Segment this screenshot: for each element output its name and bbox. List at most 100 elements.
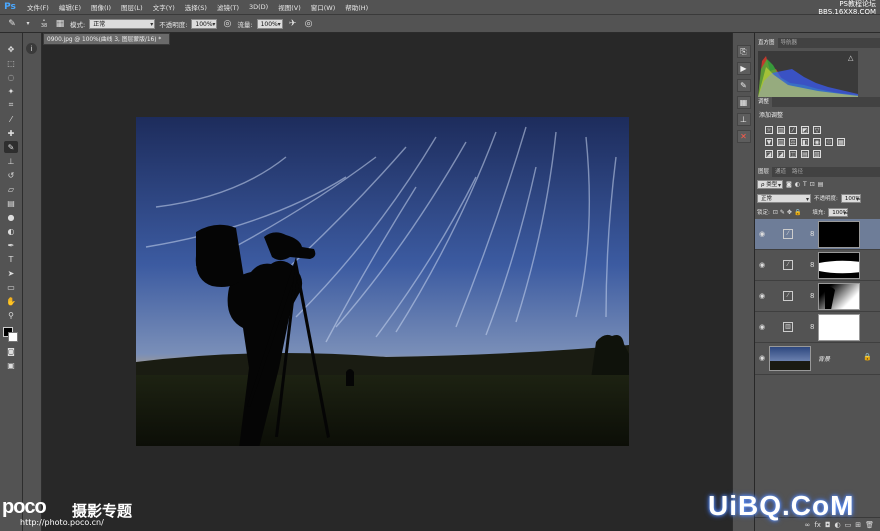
menu-select[interactable]: 选择(S) <box>180 2 212 12</box>
menu-3d[interactable]: 3D(D) <box>244 3 273 11</box>
layer-mask-thumbnail[interactable] <box>818 252 860 279</box>
curves-icon[interactable]: ⁄ <box>789 126 797 134</box>
dodge-tool-icon[interactable]: ◐ <box>4 225 18 237</box>
link-chain-icon[interactable]: 8 <box>810 323 814 331</box>
link-chain-icon[interactable]: 8 <box>810 292 814 300</box>
tab-paths[interactable]: 路径 <box>789 167 806 177</box>
blur-tool-icon[interactable]: ● <box>4 211 18 223</box>
photo-filter-icon[interactable]: ◉ <box>813 138 821 146</box>
type-tool-icon[interactable]: T <box>4 253 18 265</box>
gradient-icon[interactable]: ▧ <box>813 150 821 158</box>
tool-preset-arrow-icon[interactable]: ▾ <box>22 18 34 30</box>
history-brush-tool-icon[interactable]: ↺ <box>4 169 18 181</box>
layer-mask-thumbnail[interactable] <box>818 221 860 248</box>
background-color[interactable] <box>8 332 18 342</box>
tab-channels[interactable]: 通道 <box>772 167 789 177</box>
pressure-opacity-icon[interactable]: ◎ <box>221 18 233 30</box>
menu-window[interactable]: 窗口(W) <box>306 2 341 12</box>
exposure-icon[interactable]: ◩ <box>801 126 809 134</box>
visibility-eye-icon[interactable]: ◉ <box>757 261 767 269</box>
levels-icon[interactable]: ▥ <box>777 126 785 134</box>
quick-select-tool-icon[interactable]: ✦ <box>4 85 18 97</box>
menu-image[interactable]: 图像(I) <box>86 2 116 12</box>
opacity-input[interactable]: 100% <box>191 18 218 30</box>
brush-panel-icon[interactable]: ▦ <box>736 96 751 109</box>
mode-select[interactable]: 正常 <box>89 18 156 30</box>
tab-layers[interactable]: 图层 <box>755 167 773 177</box>
layer-mask-thumbnail[interactable] <box>818 314 860 341</box>
fill-input[interactable]: 100% <box>828 207 849 218</box>
new-layer-icon[interactable]: ⊞ <box>855 521 861 529</box>
visibility-eye-icon[interactable]: ◉ <box>757 323 767 331</box>
eraser-tool-icon[interactable]: ▱ <box>4 183 18 195</box>
brush-size-icon[interactable]: • 38 <box>38 18 50 30</box>
screen-mode-icon[interactable]: ▣ <box>4 359 18 371</box>
brightness-icon[interactable]: ☼ <box>765 126 773 134</box>
menu-file[interactable]: 文件(F) <box>22 2 54 12</box>
lock-icons[interactable]: ⊡✎✥🔒 <box>773 209 804 216</box>
posterize-icon[interactable]: ◪ <box>777 150 785 158</box>
menu-layer[interactable]: 图层(L) <box>116 2 148 12</box>
selective-color-icon[interactable]: ▤ <box>801 150 809 158</box>
layer-curves-2[interactable]: ◉ ⁄ 8 <box>755 250 880 281</box>
link-chain-icon[interactable]: 8 <box>810 230 814 238</box>
layer-background[interactable]: ◉ 背景 🔒 <box>755 343 880 375</box>
black-white-icon[interactable]: ◧ <box>801 138 809 146</box>
trash-icon[interactable]: 🗑 <box>865 521 874 529</box>
menu-view[interactable]: 视图(V) <box>273 2 306 12</box>
tab-histogram[interactable]: 直方图 <box>755 38 778 48</box>
path-select-tool-icon[interactable]: ➤ <box>4 267 18 279</box>
rectangle-tool-icon[interactable]: ▭ <box>4 281 18 293</box>
menu-type[interactable]: 文字(Y) <box>148 2 180 12</box>
healing-tool-icon[interactable]: ✚ <box>4 127 18 139</box>
flow-input[interactable]: 100% <box>256 18 283 30</box>
airbrush-icon[interactable]: ✈ <box>287 18 299 30</box>
photo-canvas[interactable] <box>136 117 629 446</box>
gradient-tool-icon[interactable]: ▤ <box>4 197 18 209</box>
zoom-tool-icon[interactable]: ⚲ <box>4 309 18 321</box>
link-chain-icon[interactable]: 8 <box>810 261 814 269</box>
visibility-eye-icon[interactable]: ◉ <box>757 354 767 362</box>
eyedropper-tool-icon[interactable]: ⁄ <box>4 113 18 125</box>
move-tool-icon[interactable]: ✥ <box>4 43 18 55</box>
menu-edit[interactable]: 编辑(E) <box>54 2 86 12</box>
info-icon[interactable]: i <box>26 43 37 54</box>
menu-filter[interactable]: 滤镜(T) <box>212 2 244 12</box>
channel-mixer-icon[interactable]: ♲ <box>825 138 833 146</box>
tab-navigator[interactable]: 导航器 <box>778 38 801 48</box>
vibrance-icon[interactable]: ▼ <box>765 138 773 146</box>
layer-kind-filter[interactable]: ρ 类型 <box>757 179 783 190</box>
visibility-eye-icon[interactable]: ◉ <box>757 292 767 300</box>
gradient-map-icon[interactable]: ▽ <box>813 126 821 134</box>
layer-curves-3[interactable]: ◉ ⁄ 8 <box>755 219 880 250</box>
menu-help[interactable]: 帮助(H) <box>340 2 373 12</box>
color-lookup-icon[interactable]: ▦ <box>837 138 845 146</box>
history-panel-icon[interactable]: ⎘ <box>736 45 751 58</box>
hue-sat-icon[interactable]: ▥ <box>777 138 785 146</box>
layer-curves-1[interactable]: ◉ ⁄ 8 <box>755 281 880 312</box>
layer-opacity-input[interactable]: 100% <box>840 193 861 204</box>
filter-icons[interactable]: ◙◐T⊡▤ <box>786 181 826 188</box>
document-tab[interactable]: 0900.jpg @ 100%(曲线 3, 图层蒙版/16) * <box>43 33 170 45</box>
quick-mask-icon[interactable]: ◙ <box>4 345 18 357</box>
tab-adjustments[interactable]: 调整 <box>755 97 773 107</box>
brush-tool-icon[interactable]: ✎ <box>4 141 18 153</box>
brush-panel-icon[interactable]: ▦ <box>54 18 66 30</box>
visibility-eye-icon[interactable]: ◉ <box>757 230 767 238</box>
layer-mask-thumbnail[interactable] <box>818 283 860 310</box>
hand-tool-icon[interactable]: ✋ <box>4 295 18 307</box>
invert-icon[interactable]: ◪ <box>765 150 773 158</box>
warning-icon[interactable]: △ <box>848 54 854 62</box>
blend-mode-select[interactable]: 正常 <box>757 193 811 204</box>
layer-levels[interactable]: ◉ ▥ 8 <box>755 312 880 343</box>
lasso-tool-icon[interactable]: ◌ <box>4 71 18 83</box>
crop-tool-icon[interactable]: ⌗ <box>4 99 18 111</box>
close-panel-icon[interactable]: ✕ <box>736 130 751 143</box>
marquee-tool-icon[interactable]: ⬚ <box>4 57 18 69</box>
clone-source-icon[interactable]: ⊥ <box>736 113 751 126</box>
pressure-size-icon[interactable]: ◎ <box>303 18 315 30</box>
color-swatches[interactable] <box>3 327 19 343</box>
brush-presets-icon[interactable]: ✎ <box>736 79 751 92</box>
clone-stamp-tool-icon[interactable]: ⊥ <box>4 155 18 167</box>
actions-panel-icon[interactable]: ▶ <box>736 62 751 75</box>
